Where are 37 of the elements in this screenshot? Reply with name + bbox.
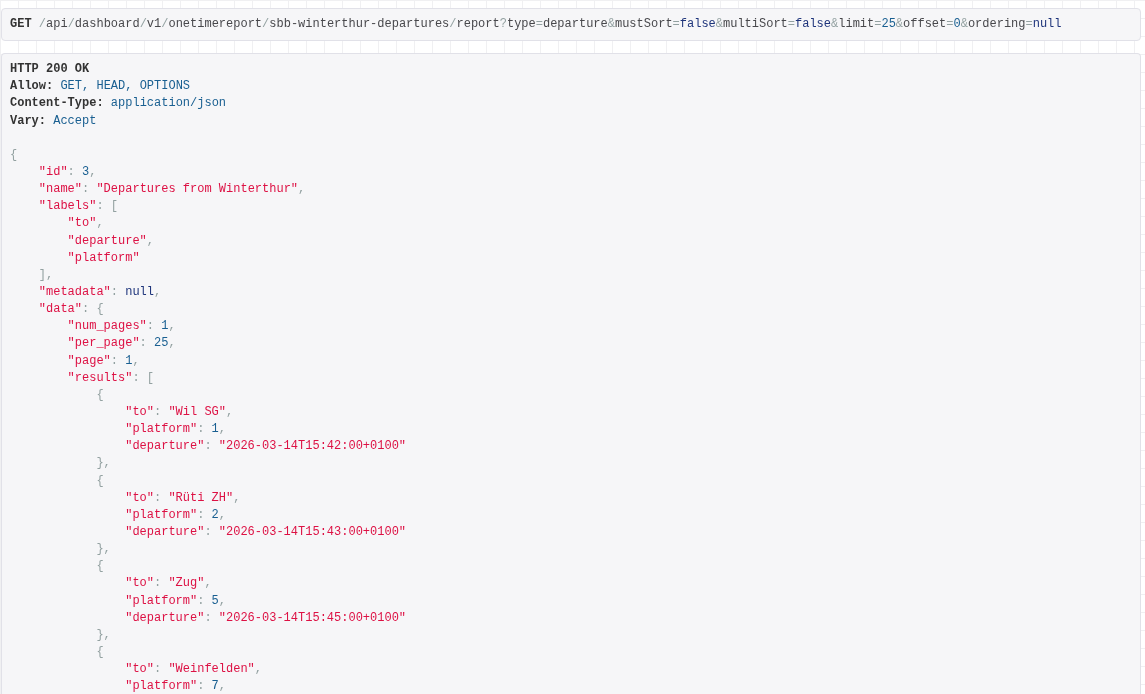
code-line: },: [96, 455, 111, 473]
code-line: "departure",: [67, 232, 154, 250]
code-line: "per_page": 25,: [67, 335, 176, 353]
code-line: "id": 3,: [38, 164, 97, 181]
code-line: "page": 1,: [67, 352, 140, 370]
code-line: "name": "Departures from Winterthur",: [38, 181, 306, 199]
code-line: "platform": 1,: [125, 421, 226, 439]
code-line: ],: [38, 266, 54, 284]
code-line: "to": "Weinfelden",: [125, 661, 263, 679]
code-line: "platform": 7,: [125, 678, 226, 694]
code-line: {: [96, 386, 104, 404]
header-line: Content-Type: application/json: [10, 95, 227, 113]
code-line: "labels": [: [38, 198, 118, 216]
code-line: "to": "Zug",: [125, 575, 212, 593]
code-line: "to": "Rüti ZH",: [125, 489, 241, 507]
code-line: "num_pages": 1,: [67, 318, 176, 336]
code-line: {: [96, 643, 104, 661]
code-line: "departure": "2026-03-14T15:45:00+0100": [125, 609, 407, 627]
header-line: Vary: Accept: [10, 112, 97, 130]
code-line: "departure": "2026-03-14T15:43:00+0100": [125, 523, 407, 541]
code-line: "platform": 5,: [125, 592, 226, 610]
code-line: {: [96, 472, 104, 490]
code-line: {: [10, 146, 18, 164]
code-line: "results": [: [67, 369, 154, 387]
code-line: },: [96, 626, 111, 644]
code-line: {: [96, 558, 104, 576]
code-line: "to",: [67, 215, 104, 233]
request-url: GET /api/dashboard/v1/onetimereport/sbb-winterthur-departures/report?type=departure&mustSort=false&multiSort=false&limit=25&offset=0&ordering=null: [10, 16, 1062, 33]
status-line: HTTP 200 OK: [10, 61, 90, 79]
code-line: "platform": [67, 249, 140, 267]
code-line: "platform": 2,: [125, 506, 226, 524]
code-line: "metadata": null,: [38, 283, 162, 301]
code-line: "to": "Wil SG",: [125, 403, 234, 421]
code-line: "departure": "2026-03-14T15:42:00+0100": [125, 438, 407, 456]
code-line: "data": {: [38, 301, 104, 319]
code-line: },: [96, 541, 111, 559]
header-line: Allow: GET, HEAD, OPTIONS: [10, 78, 191, 96]
